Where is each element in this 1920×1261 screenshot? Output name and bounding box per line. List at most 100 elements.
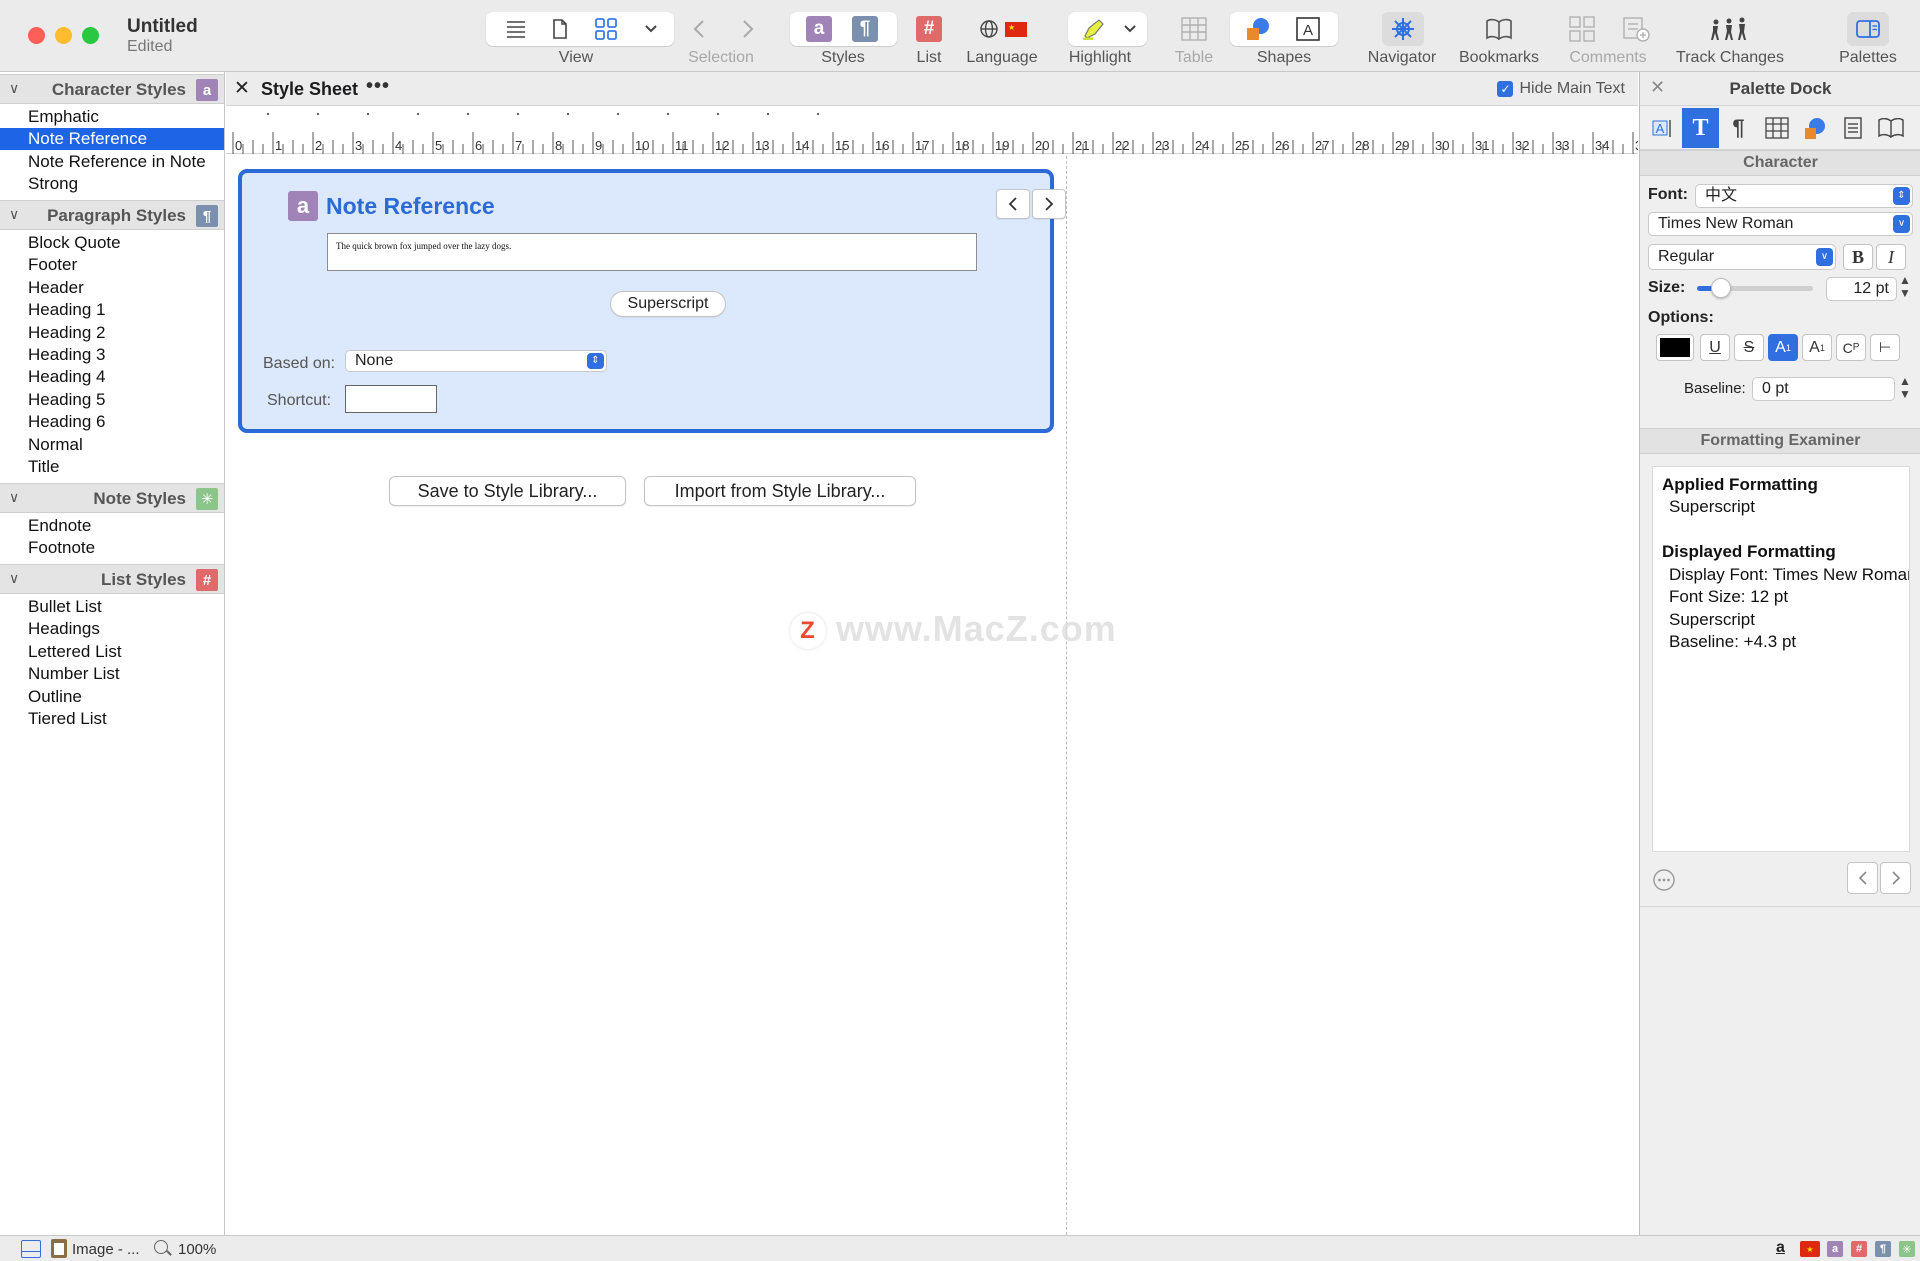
list-style-icon[interactable]: # [912, 12, 946, 46]
shortcut-field[interactable] [345, 385, 437, 413]
note-styles-header[interactable]: ∨ Note Styles ✳ [0, 483, 224, 513]
strikethrough-button[interactable]: S [1734, 334, 1764, 361]
based-on-select[interactable]: None ⇕ [345, 350, 607, 372]
paragraph-style-icon[interactable]: ¶ [848, 12, 882, 46]
sidebar-item-note-reference[interactable]: Note Reference [0, 128, 224, 151]
sidebar-item-endnote[interactable]: Endnote [0, 515, 224, 537]
table-tab-icon[interactable] [1758, 108, 1795, 148]
image-status[interactable]: Image - ... [72, 1241, 140, 1258]
text-color-well[interactable] [1656, 334, 1694, 361]
page-view-icon[interactable] [540, 12, 580, 46]
tab-stop-marker[interactable] [816, 112, 820, 116]
table-icon[interactable] [1177, 12, 1211, 46]
zoom-window-button[interactable] [82, 27, 99, 44]
tab-stop-marker[interactable] [616, 112, 620, 116]
examiner-previous-button[interactable] [1847, 862, 1878, 894]
selection-back-icon[interactable] [684, 12, 714, 46]
palettes-icon[interactable] [1847, 12, 1889, 46]
sidebar-item-heading-1[interactable]: Heading 1 [0, 299, 224, 321]
navigator-icon[interactable] [1382, 12, 1424, 46]
shapes-tab-icon[interactable] [1796, 108, 1833, 148]
tab-stop-marker[interactable] [766, 112, 770, 116]
ruler[interactable]: 0 1 2 3 4 5 6 7 8 9 10 11 12 13 14 15 16 17 18 19 20 21 22 23 24… [226, 106, 1664, 154]
sidebar-item-header[interactable]: Header [0, 277, 224, 299]
list-styles-header[interactable]: ∨ List Styles # [0, 564, 224, 594]
close-sheet-icon[interactable]: ✕ [234, 77, 250, 100]
tab-stop-marker[interactable] [566, 112, 570, 116]
minimize-window-button[interactable] [55, 27, 72, 44]
style-name-field[interactable]: Note Reference [326, 193, 495, 220]
tab-stop-marker[interactable] [666, 112, 670, 116]
layout-toggle-icon[interactable] [21, 1240, 41, 1258]
character-style-status-icon[interactable]: a [1827, 1241, 1843, 1257]
document-tab-icon[interactable] [1872, 108, 1909, 148]
sidebar-item-block-quote[interactable]: Block Quote [0, 232, 224, 254]
sidebar-item-outline[interactable]: Outline [0, 686, 224, 708]
language-indicator-icon[interactable]: ★ [1800, 1241, 1820, 1257]
small-caps-button[interactable]: CP [1836, 334, 1866, 361]
sidebar-item-heading-2[interactable]: Heading 2 [0, 322, 224, 344]
tab-stop-marker[interactable] [366, 112, 370, 116]
tab-stop-marker[interactable] [466, 112, 470, 116]
text-box-icon[interactable]: A [1290, 12, 1326, 46]
sidebar-item-lettered-list[interactable]: Lettered List [0, 641, 224, 663]
zoom-icon[interactable] [154, 1240, 172, 1256]
tab-stop-marker[interactable] [416, 112, 420, 116]
sidebar-item-tiered-list[interactable]: Tiered List [0, 708, 224, 730]
sidebar-item-headings[interactable]: Headings [0, 618, 224, 640]
paragraph-styles-header[interactable]: ∨ Paragraph Styles ¶ [0, 200, 224, 230]
sidebar-item-number-list[interactable]: Number List [0, 663, 224, 685]
examiner-actions-icon[interactable] [1652, 868, 1676, 892]
superscript-attribute-chip[interactable]: Superscript [610, 291, 726, 317]
font-script-select[interactable]: 中文 ⇕ [1695, 184, 1913, 208]
baseline-stepper-icon[interactable]: ▲ ▼ [1899, 375, 1911, 401]
page-layout-tab-icon[interactable] [1834, 108, 1871, 148]
sidebar-item-strong[interactable]: Strong [0, 173, 224, 195]
close-window-button[interactable] [28, 27, 45, 44]
sidebar-item-title[interactable]: Title [0, 456, 224, 478]
bookmarks-icon[interactable] [1481, 12, 1517, 46]
add-comment-icon[interactable] [1619, 12, 1653, 46]
sidebar-item-note-reference-in-note[interactable]: Note Reference in Note [0, 151, 224, 173]
bold-button[interactable]: B [1843, 244, 1873, 270]
disclosure-chevron-icon[interactable]: ∨ [9, 206, 19, 223]
previous-style-button[interactable] [996, 189, 1030, 219]
track-changes-icon[interactable] [1709, 12, 1751, 46]
size-slider-knob[interactable] [1710, 278, 1731, 298]
import-from-style-library-button[interactable]: Import from Style Library... [644, 476, 916, 506]
sidebar-item-emphatic[interactable]: Emphatic [0, 106, 224, 128]
paragraph-style-status-icon[interactable]: ¶ [1875, 1241, 1891, 1257]
comments-icon[interactable] [1565, 12, 1599, 46]
tab-stop-marker[interactable] [516, 112, 520, 116]
sidebar-item-normal[interactable]: Normal [0, 434, 224, 456]
disclosure-chevron-icon[interactable]: ∨ [9, 570, 19, 587]
character-style-icon[interactable]: a [802, 12, 836, 46]
font-style-select[interactable]: Regular ∨ [1648, 244, 1836, 270]
size-stepper-icon[interactable]: ▲ ▼ [1899, 274, 1911, 300]
underline-button[interactable]: U [1700, 334, 1730, 361]
language-icon[interactable]: ★ [975, 12, 1031, 46]
paragraph-tab-icon[interactable]: ¶ [1720, 108, 1757, 148]
highlighter-icon[interactable] [1073, 12, 1113, 46]
sidebar-item-heading-4[interactable]: Heading 4 [0, 366, 224, 388]
character-style-indicator-icon[interactable]: a [1776, 1239, 1785, 1257]
superscript-button[interactable]: A1 [1768, 334, 1798, 361]
italic-button[interactable]: I [1876, 244, 1906, 270]
tab-stop-marker[interactable] [716, 112, 720, 116]
selection-forward-icon[interactable] [733, 12, 763, 46]
checkbox-checked-icon[interactable]: ✓ [1497, 81, 1514, 97]
sidebar-item-heading-5[interactable]: Heading 5 [0, 389, 224, 411]
size-slider[interactable] [1697, 278, 1813, 298]
baseline-field[interactable]: 0 pt [1752, 377, 1895, 401]
character-tab-icon[interactable]: T [1682, 108, 1719, 148]
save-to-style-library-button[interactable]: Save to Style Library... [389, 476, 626, 506]
tab-stop-marker[interactable] [266, 112, 270, 116]
font-family-select[interactable]: Times New Roman ∨ [1648, 212, 1913, 236]
sidebar-item-footnote[interactable]: Footnote [0, 537, 224, 559]
examiner-next-button[interactable] [1880, 862, 1911, 894]
sidebar-item-footer[interactable]: Footer [0, 254, 224, 276]
next-style-button[interactable] [1032, 189, 1066, 219]
grid-view-icon[interactable] [586, 12, 626, 46]
more-options-icon[interactable]: ••• [366, 75, 390, 98]
text-style-tab-icon[interactable]: A [1644, 108, 1681, 148]
